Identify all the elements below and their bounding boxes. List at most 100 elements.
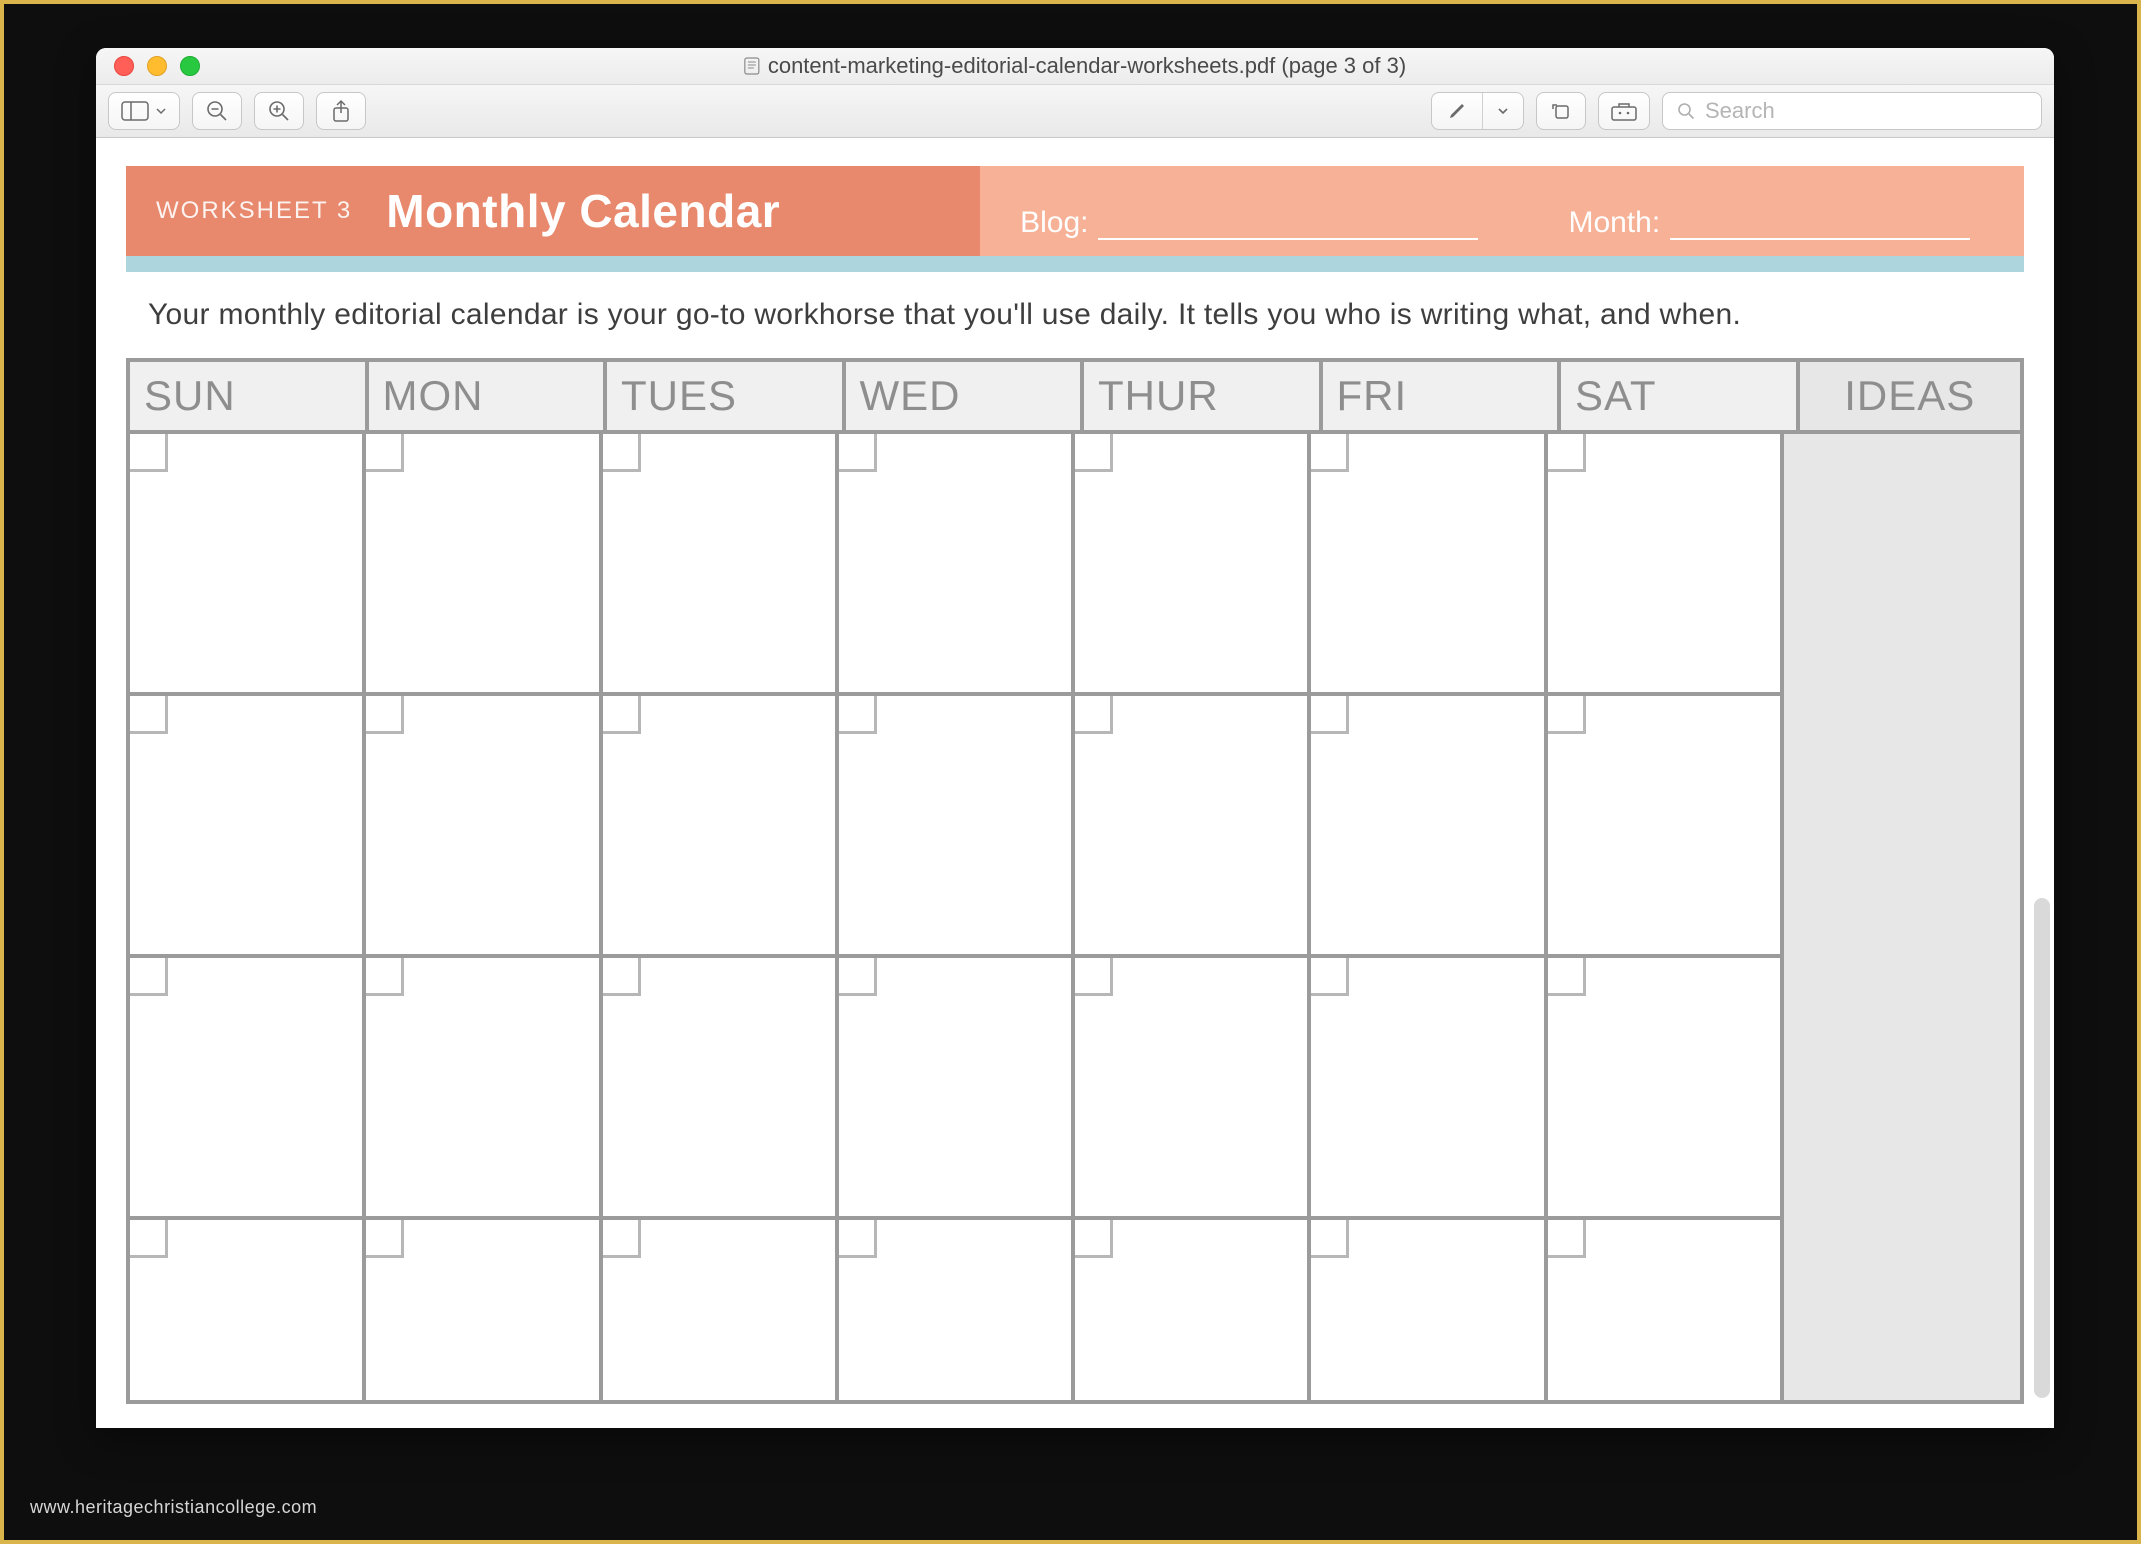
worksheet-title: Monthly Calendar	[386, 184, 780, 238]
col-mon: MON	[369, 362, 608, 430]
date-box	[603, 958, 641, 996]
col-ideas: IDEAS	[1800, 362, 2021, 430]
calendar-cell	[366, 958, 602, 1216]
document-icon	[744, 57, 760, 75]
date-box	[603, 696, 641, 734]
calendar-cell	[366, 434, 602, 692]
date-box	[1075, 958, 1113, 996]
calendar-cell	[366, 696, 602, 954]
col-thur: THUR	[1084, 362, 1323, 430]
search-field[interactable]	[1662, 92, 2042, 130]
calendar-cell	[1548, 434, 1784, 692]
blog-field: Blog:	[1020, 206, 1478, 244]
vertical-scrollbar[interactable]	[2034, 898, 2050, 1398]
month-field: Month:	[1568, 206, 1970, 244]
month-label: Month:	[1568, 206, 1660, 240]
col-fri: FRI	[1323, 362, 1562, 430]
date-box	[1548, 434, 1586, 472]
calendar-cell	[603, 434, 839, 692]
teal-strip	[126, 256, 2024, 272]
calendar-cell	[1075, 434, 1311, 692]
highlight-dropdown[interactable]	[1482, 93, 1523, 129]
calendar-cell	[1075, 696, 1311, 954]
col-sun: SUN	[130, 362, 369, 430]
calendar-cell	[839, 1220, 1075, 1400]
date-box	[1311, 434, 1349, 472]
month-underline	[1670, 238, 1970, 240]
worksheet-banner: WORKSHEET 3 Monthly Calendar Blog: Month…	[126, 166, 2024, 256]
date-box	[839, 434, 877, 472]
document-viewport: WORKSHEET 3 Monthly Calendar Blog: Month…	[96, 138, 2054, 1428]
date-box	[1075, 1220, 1113, 1258]
calendar-cell	[130, 696, 366, 954]
search-icon	[1677, 102, 1695, 120]
calendar-cell	[1075, 958, 1311, 1216]
calendar-cell	[1075, 1220, 1311, 1400]
calendar-row	[130, 434, 1784, 696]
worksheet-number-label: WORKSHEET 3	[156, 197, 352, 225]
rotate-button[interactable]	[1536, 92, 1586, 130]
page-watermark: www.heritagechristiancollege.com	[30, 1497, 317, 1518]
calendar-cell	[130, 434, 366, 692]
blog-underline	[1098, 238, 1478, 240]
share-button[interactable]	[316, 92, 366, 130]
calendar-cell	[1311, 434, 1547, 692]
annotate-group	[1431, 92, 1524, 130]
calendar-cell	[1311, 696, 1547, 954]
col-tues: TUES	[607, 362, 846, 430]
intro-text: Your monthly editorial calendar is your …	[126, 272, 2024, 358]
minimize-window-button[interactable]	[147, 56, 167, 76]
calendar-row	[130, 958, 1784, 1220]
calendar-cell	[839, 696, 1075, 954]
zoom-window-button[interactable]	[180, 56, 200, 76]
date-box	[130, 696, 168, 734]
date-box	[1311, 1220, 1349, 1258]
day-columns	[130, 434, 1784, 1400]
calendar-row	[130, 696, 1784, 958]
highlight-button[interactable]	[1432, 93, 1482, 129]
calendar-cell	[130, 958, 366, 1216]
date-box	[366, 434, 404, 472]
date-box	[603, 434, 641, 472]
date-box	[1548, 1220, 1586, 1258]
date-box	[839, 958, 877, 996]
calendar-cell	[1311, 1220, 1547, 1400]
calendar-cell	[366, 1220, 602, 1400]
col-sat: SAT	[1561, 362, 1800, 430]
sidebar-toggle-button[interactable]	[108, 92, 180, 130]
banner-left: WORKSHEET 3 Monthly Calendar	[126, 166, 980, 256]
close-window-button[interactable]	[114, 56, 134, 76]
date-box	[839, 1220, 877, 1258]
date-box	[366, 696, 404, 734]
window-title-text: content-marketing-editorial-calendar-wor…	[768, 53, 1406, 79]
date-box	[366, 1220, 404, 1258]
zoom-in-button[interactable]	[254, 92, 304, 130]
date-box	[130, 958, 168, 996]
date-box	[1311, 958, 1349, 996]
calendar-cell	[839, 958, 1075, 1216]
markup-button[interactable]	[1598, 92, 1650, 130]
calendar-cell	[603, 696, 839, 954]
calendar-cell	[839, 434, 1075, 692]
ideas-column	[1784, 434, 2020, 1400]
app-window: content-marketing-editorial-calendar-wor…	[96, 48, 2054, 1428]
date-box	[130, 434, 168, 472]
pdf-page: WORKSHEET 3 Monthly Calendar Blog: Month…	[126, 166, 2024, 1404]
calendar-cell	[1311, 958, 1547, 1216]
col-wed: WED	[846, 362, 1085, 430]
date-box	[130, 1220, 168, 1258]
calendar-cell	[1548, 958, 1784, 1216]
calendar-cell	[130, 1220, 366, 1400]
date-box	[1548, 696, 1586, 734]
titlebar: content-marketing-editorial-calendar-wor…	[96, 48, 2054, 85]
date-box	[839, 696, 877, 734]
search-input[interactable]	[1705, 98, 2027, 124]
blog-label: Blog:	[1020, 206, 1088, 240]
traffic-lights	[114, 56, 200, 76]
calendar-cell	[1548, 696, 1784, 954]
calendar-header-row: SUN MON TUES WED THUR FRI SAT IDEAS	[130, 362, 2020, 434]
calendar-grid: SUN MON TUES WED THUR FRI SAT IDEAS	[126, 358, 2024, 1404]
date-box	[1075, 434, 1113, 472]
zoom-out-button[interactable]	[192, 92, 242, 130]
calendar-cell	[1548, 1220, 1784, 1400]
